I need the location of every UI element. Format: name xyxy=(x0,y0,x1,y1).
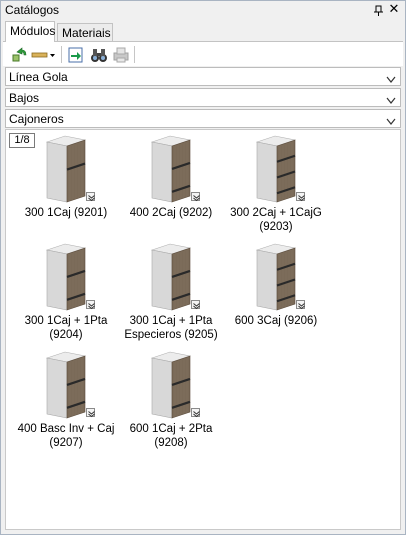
cabinet-thumbnail[interactable] xyxy=(119,134,223,204)
window-title: Catálogos xyxy=(5,3,60,17)
binoculars-icon[interactable] xyxy=(89,45,109,65)
cabinet-thumbnail[interactable] xyxy=(119,350,223,420)
tab-label: Materiais xyxy=(62,26,111,40)
module-item[interactable]: 600 3Caj (9206) xyxy=(224,242,328,342)
cabinet-thumbnail[interactable] xyxy=(224,242,328,312)
module-item[interactable]: 300 1Caj + 1Pta Especieros (9205) xyxy=(119,242,223,342)
module-grid: 1/8 300 1Caj (9201) 400 2Caj (9202) 300 2C… xyxy=(5,129,401,530)
expand-variants-icon[interactable] xyxy=(296,192,305,202)
refresh-green-icon[interactable] xyxy=(9,45,29,65)
chevron-down-icon xyxy=(386,94,396,104)
module-label-line: (9203) xyxy=(259,221,293,233)
expand-variants-icon[interactable] xyxy=(191,300,200,310)
expand-variants-icon[interactable] xyxy=(296,300,305,310)
module-label-line: 300 2Caj + 1CajG xyxy=(230,207,322,219)
module-label: 400 2Caj (9202) xyxy=(113,206,229,220)
chevron-down-icon xyxy=(386,115,396,125)
ruler-dropdown-icon[interactable] xyxy=(31,45,57,65)
expand-variants-icon[interactable] xyxy=(191,192,200,202)
tab-modulos[interactable]: Módulos xyxy=(5,21,55,42)
chevron-down-icon xyxy=(386,73,396,83)
module-label: 600 1Caj + 2Pta (9208) xyxy=(113,422,229,450)
module-label-line: 400 Basc Inv + Caj xyxy=(17,423,115,435)
module-label-line: 600 3Caj (9206) xyxy=(234,315,318,327)
expand-variants-icon[interactable] xyxy=(86,300,95,310)
module-label: 300 1Caj + 1Pta Especieros (9205) xyxy=(113,314,229,342)
expand-variants-icon[interactable] xyxy=(86,408,95,418)
module-item[interactable]: 300 2Caj + 1CajG (9203) xyxy=(224,134,328,234)
cabinet-thumbnail[interactable] xyxy=(14,242,118,312)
tab-label: Módulos xyxy=(10,24,56,38)
line-select[interactable]: Línea Gola xyxy=(5,67,401,86)
print-disabled-icon xyxy=(111,45,131,65)
catalog-panel: Catálogos ✕ Módulos Materiais Línea Gola… xyxy=(0,0,406,535)
module-label: 300 2Caj + 1CajG (9203) xyxy=(218,206,334,234)
toolbar-separator xyxy=(134,46,135,63)
module-item[interactable]: 400 2Caj (9202) xyxy=(119,134,223,234)
category-select[interactable]: Bajos xyxy=(5,88,401,107)
module-label-line: (9204) xyxy=(49,329,83,341)
cabinet-thumbnail[interactable] xyxy=(224,134,328,204)
module-label-line: (9208) xyxy=(154,437,188,449)
module-item[interactable]: 300 1Caj (9201) xyxy=(14,134,118,234)
pin-icon[interactable] xyxy=(371,3,385,17)
category-select-value: Bajos xyxy=(9,91,40,105)
cabinet-thumbnail[interactable] xyxy=(14,350,118,420)
module-label: 400 Basc Inv + Caj (9207) xyxy=(8,422,124,450)
module-label: 300 1Caj (9201) xyxy=(8,206,124,220)
module-label-line: 300 1Caj + 1Pta xyxy=(24,315,108,327)
module-item[interactable]: 600 1Caj + 2Pta (9208) xyxy=(119,350,223,450)
line-select-value: Línea Gola xyxy=(9,70,68,84)
module-label-line: (9207) xyxy=(49,437,83,449)
module-label-line: 300 1Caj + 1Pta xyxy=(129,315,213,327)
toolbar-separator xyxy=(61,46,62,63)
module-label-line: 300 1Caj (9201) xyxy=(24,207,108,219)
cabinet-thumbnail[interactable] xyxy=(14,134,118,204)
expand-variants-icon[interactable] xyxy=(191,408,200,418)
module-label: 600 3Caj (9206) xyxy=(218,314,334,328)
tab-materiais[interactable]: Materiais xyxy=(57,23,113,41)
toolbar xyxy=(3,41,403,66)
module-label-line: 600 1Caj + 2Pta xyxy=(129,423,213,435)
subcategory-select-value: Cajoneros xyxy=(9,112,64,126)
title-bar: Catálogos ✕ xyxy=(1,1,405,19)
close-icon[interactable]: ✕ xyxy=(387,2,401,16)
module-item[interactable]: 300 1Caj + 1Pta (9204) xyxy=(14,242,118,342)
subcategory-select[interactable]: Cajoneros xyxy=(5,109,401,128)
insert-arrow-icon[interactable] xyxy=(66,45,86,65)
cabinet-thumbnail[interactable] xyxy=(119,242,223,312)
module-label: 300 1Caj + 1Pta (9204) xyxy=(8,314,124,342)
module-label-line: 400 2Caj (9202) xyxy=(129,207,213,219)
module-item[interactable]: 400 Basc Inv + Caj (9207) xyxy=(14,350,118,450)
expand-variants-icon[interactable] xyxy=(86,192,95,202)
module-label-line: Especieros (9205) xyxy=(124,329,218,341)
